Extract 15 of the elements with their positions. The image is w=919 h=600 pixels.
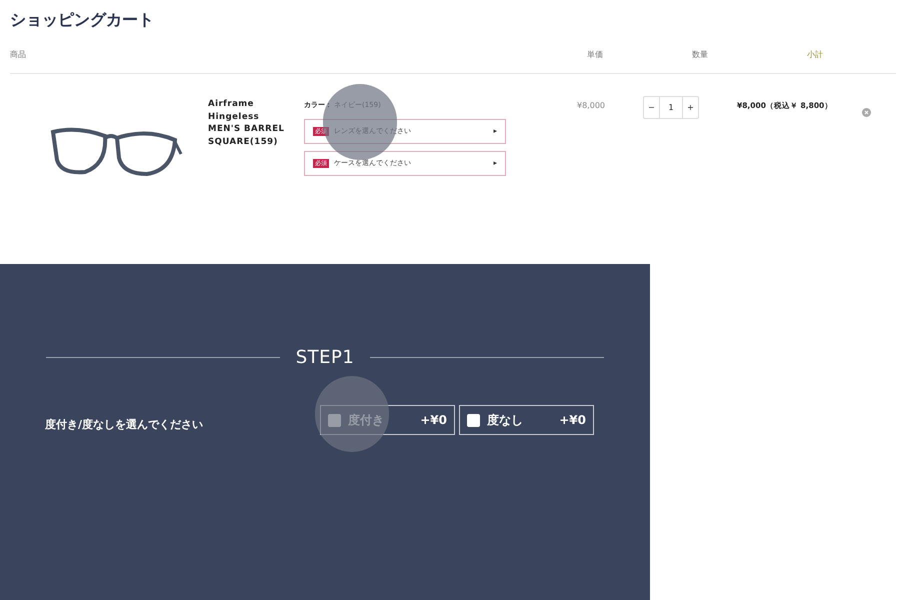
column-header: 単価 [586,48,604,60]
column-header: 小計 [806,48,824,60]
minus-button[interactable]: − [644,97,660,118]
column-header: 数量 [691,48,709,60]
unit-price: ¥8,000 [576,100,606,112]
plus-button[interactable]: + [682,97,698,118]
step-heading: STEP1 [296,346,354,370]
page-title: ショッピングカート [10,9,155,31]
remove-icon[interactable] [862,108,872,117]
quantity-value: 1 [667,102,675,114]
checkbox[interactable] [467,414,480,426]
column-header: 商品 [10,48,27,60]
product-name: Airframe Hingeless MEN'S BARREL SQUARE(159) [208,98,286,148]
option-button[interactable]: 度なし +¥0 [459,405,594,435]
question-text: 度付き/度なしを選んでください [45,416,204,432]
